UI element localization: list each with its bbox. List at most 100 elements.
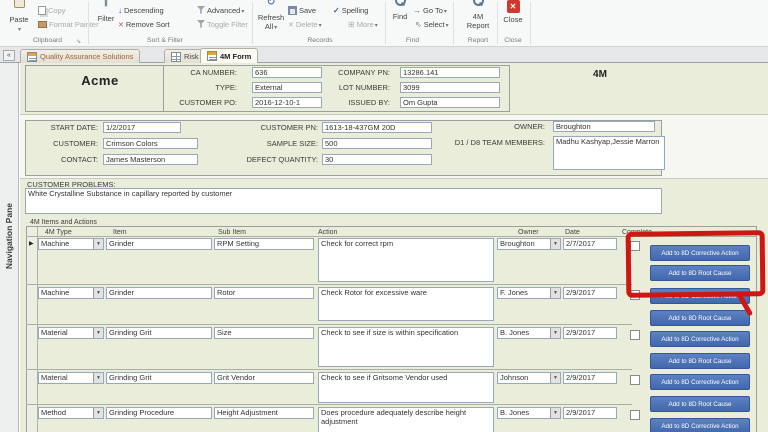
owner-value: F. Jones — [498, 288, 550, 298]
tab-quality-assurance-solutions[interactable]: Quality Assurance Solutions — [20, 49, 140, 63]
contact-label: CONTACT: — [26, 155, 98, 164]
add-to-8d-root-cause-button[interactable]: Add to 8D Root Cause — [650, 310, 750, 326]
add-to-8d-corrective-action-button[interactable]: Add to 8D Corrective Action — [650, 374, 750, 390]
date-field[interactable]: 2/7/2017 — [563, 238, 617, 250]
issued-by-field[interactable]: Om Gupta — [400, 97, 500, 108]
combo-dropdown-icon[interactable] — [550, 239, 560, 249]
save-button[interactable]: Save — [288, 4, 316, 16]
item-field[interactable]: Grinder — [106, 287, 212, 299]
item-field[interactable]: Grinding Procedure — [106, 407, 212, 419]
owner-combo[interactable]: B. Jones — [497, 327, 561, 339]
close-group-label: Close — [500, 37, 526, 44]
delete-button[interactable]: Delete — [288, 18, 322, 30]
owner-combo[interactable]: F. Jones — [497, 287, 561, 299]
combo-dropdown-icon[interactable] — [550, 288, 560, 298]
4m-report-button[interactable]: 4M Report — [462, 0, 494, 30]
4m-type-combo[interactable]: Method — [38, 407, 104, 419]
4m-type-combo[interactable]: Machine — [38, 287, 104, 299]
navigation-pane-collapsed[interactable]: Navigation Pane — [0, 63, 19, 432]
more-button[interactable]: More — [348, 18, 378, 30]
descending-button[interactable]: Descending — [118, 4, 164, 16]
filter-button[interactable]: Filter — [93, 0, 119, 23]
customer-pn-field[interactable]: 1613-18-437GM 20D — [322, 122, 432, 133]
sub-item-field[interactable]: RPM Setting — [214, 238, 314, 250]
paste-button[interactable]: Paste — [5, 0, 33, 35]
combo-dropdown-icon[interactable] — [93, 328, 103, 338]
find-button[interactable]: Find — [388, 0, 412, 21]
paste-dropdown-icon[interactable] — [5, 24, 33, 35]
item-field[interactable]: Grinding Grit — [106, 327, 212, 339]
select-button[interactable]: Select — [415, 18, 449, 30]
action-field[interactable]: Check for correct rpm — [318, 238, 494, 282]
date-field[interactable]: 2/9/2017 — [563, 407, 617, 419]
close-button[interactable]: Close — [500, 0, 526, 24]
go-to-button[interactable]: Go To — [413, 4, 447, 16]
combo-dropdown-icon[interactable] — [93, 288, 103, 298]
action-field[interactable]: Does procedure adequately describe heigh… — [318, 407, 494, 432]
toggle-filter-icon — [197, 20, 205, 28]
format-painter-button[interactable]: Format Painter — [38, 18, 99, 30]
combo-dropdown-icon[interactable] — [550, 408, 560, 418]
owner-value: B. Jones — [498, 328, 550, 338]
sub-item-field[interactable]: Grit Vendor — [214, 372, 314, 384]
issued-by-label: ISSUED BY: — [305, 98, 390, 107]
defect-quantity-label: DEFECT QUANTITY: — [223, 155, 318, 164]
date-field[interactable]: 2/9/2017 — [563, 287, 617, 299]
owner-combo[interactable]: B. Jones — [497, 407, 561, 419]
combo-dropdown-icon[interactable] — [93, 373, 103, 383]
owner-field[interactable]: Broughton — [553, 121, 655, 132]
contact-field[interactable]: James Masterson — [103, 154, 198, 165]
owner-combo[interactable]: Johnson — [497, 372, 561, 384]
action-field[interactable]: Check to see if size is within specifica… — [318, 327, 494, 367]
advanced-button[interactable]: Advanced — [197, 4, 244, 16]
sample-size-field[interactable]: 500 — [322, 138, 432, 149]
4m-type-combo[interactable]: Machine — [38, 238, 104, 250]
sub-item-field[interactable]: Rotor — [214, 287, 314, 299]
sub-item-field[interactable]: Size — [214, 327, 314, 339]
customer-field[interactable]: Crimson Colors — [103, 138, 198, 149]
format-painter-icon — [38, 21, 47, 28]
spelling-button[interactable]: Spelling — [333, 4, 368, 16]
defect-quantity-field[interactable]: 30 — [322, 154, 432, 165]
find-icon — [395, 0, 405, 5]
refresh-label-line1: Refresh — [255, 13, 287, 22]
remove-sort-button[interactable]: Remove Sort — [118, 18, 170, 30]
combo-dropdown-icon[interactable] — [93, 408, 103, 418]
lot-number-field[interactable]: 3099 — [400, 82, 500, 93]
company-pn-field[interactable]: 13286.141 — [400, 67, 500, 78]
toggle-filter-button[interactable]: Toggle Filter — [197, 18, 248, 30]
action-field[interactable]: Check Rotor for excessive ware — [318, 287, 494, 321]
action-field[interactable]: Check to see if Gritsome Vendor used — [318, 372, 494, 403]
tab-4m-form[interactable]: 4M Form — [200, 48, 258, 63]
owner-combo[interactable]: Broughton — [497, 238, 561, 250]
clipboard-group-label: Clipboard — [20, 37, 75, 44]
group-divider — [385, 2, 386, 44]
combo-dropdown-icon[interactable] — [550, 328, 560, 338]
team-members-field[interactable]: Madhu Kashyap,Jessie Marron — [553, 136, 665, 170]
combo-dropdown-icon[interactable] — [93, 239, 103, 249]
4m-type-combo[interactable]: Material — [38, 327, 104, 339]
4m-form-body: Acme 4M CA NUMBER: 636 TYPE: External CU… — [20, 63, 768, 432]
item-field[interactable]: Grinding Grit — [106, 372, 212, 384]
date-field[interactable]: 2/9/2017 — [563, 372, 617, 384]
record-selector-column[interactable] — [27, 227, 38, 432]
add-to-8d-corrective-action-button[interactable]: Add to 8D Corrective Action — [650, 331, 750, 347]
clipboard-dialog-launcher-icon[interactable] — [76, 38, 84, 46]
customer-problems-field[interactable]: White Crystalline Substance in capillary… — [25, 188, 662, 214]
start-date-field[interactable]: 1/2/2017 — [103, 122, 181, 133]
complete-checkbox[interactable] — [630, 410, 640, 420]
copy-button[interactable]: Copy — [38, 4, 66, 16]
advanced-label: Advanced — [207, 6, 244, 15]
add-to-8d-corrective-action-button[interactable]: Add to 8D Corrective Action — [650, 418, 750, 432]
complete-checkbox[interactable] — [630, 330, 640, 340]
item-field[interactable]: Grinder — [106, 238, 212, 250]
refresh-all-button[interactable]: Refresh All — [255, 0, 287, 33]
add-to-8d-root-cause-button[interactable]: Add to 8D Root Cause — [650, 396, 750, 412]
complete-checkbox[interactable] — [630, 375, 640, 385]
combo-dropdown-icon[interactable] — [550, 373, 560, 383]
nav-shutter-icon[interactable] — [3, 50, 15, 61]
4m-type-combo[interactable]: Material — [38, 372, 104, 384]
add-to-8d-root-cause-button[interactable]: Add to 8D Root Cause — [650, 353, 750, 369]
date-field[interactable]: 2/9/2017 — [563, 327, 617, 339]
sub-item-field[interactable]: Height Adjustment — [214, 407, 314, 419]
